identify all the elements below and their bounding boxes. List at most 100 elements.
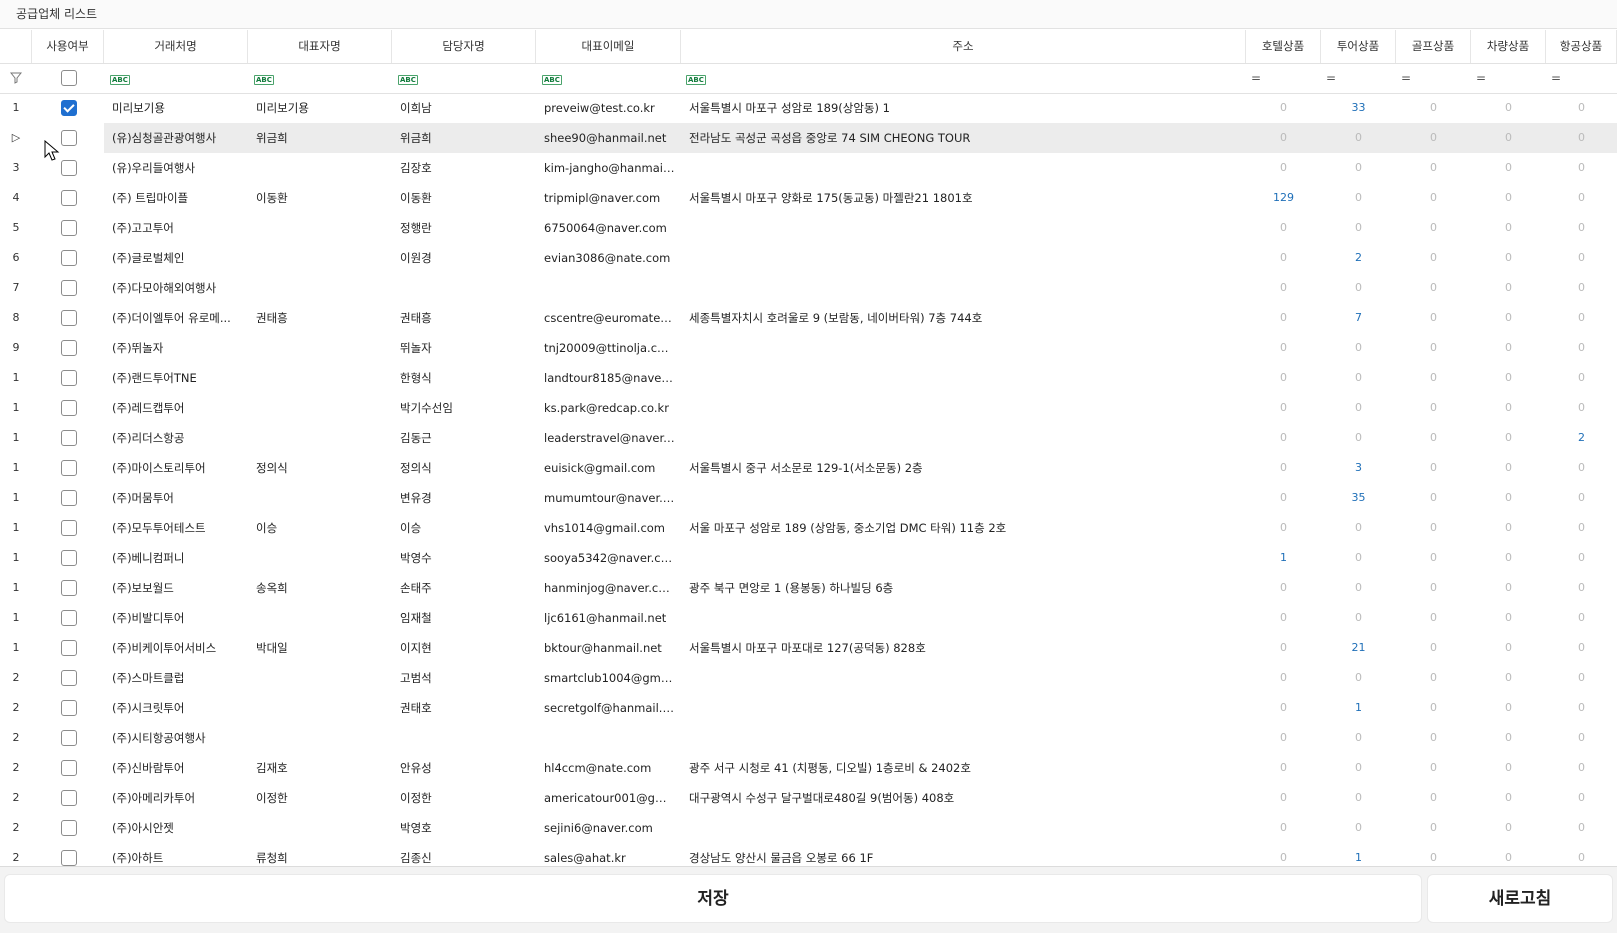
- cell-air[interactable]: 0: [1546, 513, 1617, 543]
- cell-address[interactable]: 서울 마포구 성암로 189 (상암동, 중소기업 DMC 타워) 11층 2호: [681, 513, 1246, 543]
- cell-air[interactable]: 0: [1546, 363, 1617, 393]
- cell-vendor[interactable]: (주)아메리카투어: [104, 783, 248, 813]
- cell-car[interactable]: 0: [1471, 753, 1546, 783]
- cell-manager[interactable]: 이승: [392, 513, 536, 543]
- cell-email[interactable]: leaderstravel@naver.c...: [536, 423, 681, 453]
- cell-car[interactable]: 0: [1471, 843, 1546, 866]
- cell-email[interactable]: vhs1014@gmail.com: [536, 513, 681, 543]
- cell-address[interactable]: 세종특별자치시 호려울로 9 (보람동, 네이버타워) 7층 744호: [681, 303, 1246, 333]
- cell-vendor[interactable]: (주)글로벌체인: [104, 243, 248, 273]
- cell-manager[interactable]: 위금희: [392, 123, 536, 153]
- use-checkbox[interactable]: [61, 280, 77, 296]
- cell-ceo[interactable]: [248, 483, 392, 513]
- cell-vendor[interactable]: (주)뛰놀자: [104, 333, 248, 363]
- cell-tour[interactable]: 0: [1321, 753, 1396, 783]
- cell-air[interactable]: 0: [1546, 483, 1617, 513]
- cell-air[interactable]: 0: [1546, 663, 1617, 693]
- cell-address[interactable]: [681, 423, 1246, 453]
- cell-ceo[interactable]: [248, 423, 392, 453]
- cell-air[interactable]: 0: [1546, 183, 1617, 213]
- cell-golf[interactable]: 0: [1396, 393, 1471, 423]
- cell-hotel[interactable]: 0: [1246, 483, 1321, 513]
- filter-vendor[interactable]: ABC: [110, 63, 140, 93]
- cell-manager[interactable]: 김장호: [392, 153, 536, 183]
- cell-car[interactable]: 0: [1471, 633, 1546, 663]
- header-use[interactable]: 사용여부: [32, 30, 104, 63]
- cell-manager[interactable]: [392, 273, 536, 303]
- cell-hotel[interactable]: 0: [1246, 603, 1321, 633]
- cell-golf[interactable]: 0: [1396, 363, 1471, 393]
- cell-golf[interactable]: 0: [1396, 813, 1471, 843]
- table-row[interactable]: 1 (주)베니컴퍼니 박영수 sooya5342@naver.com 1 0 0 0 0: [0, 543, 1617, 573]
- cell-vendor[interactable]: (유)우리들여행사: [104, 153, 248, 183]
- cell-vendor[interactable]: (주)다모아해외여행사: [104, 273, 248, 303]
- cell-car[interactable]: 0: [1471, 603, 1546, 633]
- cell-email[interactable]: smartclub1004@gmail....: [536, 663, 681, 693]
- cell-air[interactable]: 0: [1546, 213, 1617, 243]
- cell-ceo[interactable]: [248, 603, 392, 633]
- cell-hotel[interactable]: 0: [1246, 393, 1321, 423]
- cell-air[interactable]: 0: [1546, 93, 1617, 123]
- cell-ceo[interactable]: [248, 723, 392, 753]
- cell-air[interactable]: 2: [1546, 423, 1617, 453]
- header-tour[interactable]: 투어상품: [1321, 30, 1396, 63]
- cell-golf[interactable]: 0: [1396, 153, 1471, 183]
- cell-golf[interactable]: 0: [1396, 693, 1471, 723]
- use-checkbox[interactable]: [61, 760, 77, 776]
- cell-ceo[interactable]: 권태흥: [248, 303, 392, 333]
- cell-vendor[interactable]: (주)레드캡투어: [104, 393, 248, 423]
- cell-manager[interactable]: 권태호: [392, 693, 536, 723]
- cell-vendor[interactable]: (주)신바람투어: [104, 753, 248, 783]
- cell-address[interactable]: 광주 북구 면앙로 1 (용봉동) 하나빌딩 6층: [681, 573, 1246, 603]
- cell-car[interactable]: 0: [1471, 663, 1546, 693]
- cell-ceo[interactable]: [248, 813, 392, 843]
- cell-email[interactable]: cscentre@euromate.c...: [536, 303, 681, 333]
- cell-manager[interactable]: 이정한: [392, 783, 536, 813]
- cell-manager[interactable]: 정행란: [392, 213, 536, 243]
- filter-address[interactable]: ABC: [686, 63, 716, 93]
- cell-golf[interactable]: 0: [1396, 243, 1471, 273]
- cell-vendor[interactable]: (주)마이스토리투어: [104, 453, 248, 483]
- table-row[interactable]: 1 (주)마이스토리투어 정의식 정의식 euisick@gmail.com 서울특별시 …: [0, 453, 1617, 483]
- cell-address[interactable]: [681, 663, 1246, 693]
- table-row[interactable]: 1 (주)모두투어테스트 이승 이승 vhs1014@gmail.com 서울 마포구 성…: [0, 513, 1617, 543]
- cell-hotel[interactable]: 0: [1246, 213, 1321, 243]
- cell-golf[interactable]: 0: [1396, 843, 1471, 866]
- table-row[interactable]: 2 (주)신바람투어 김재호 안유성 hl4ccm@nate.com 광주 서구 시청로 …: [0, 753, 1617, 783]
- cell-car[interactable]: 0: [1471, 273, 1546, 303]
- cell-email[interactable]: tnj20009@ttinolja.com: [536, 333, 681, 363]
- filter-ceo[interactable]: ABC: [254, 63, 284, 93]
- cell-tour[interactable]: 0: [1321, 813, 1396, 843]
- cell-manager[interactable]: 안유성: [392, 753, 536, 783]
- cell-ceo[interactable]: [248, 543, 392, 573]
- use-checkbox[interactable]: [61, 430, 77, 446]
- cell-tour[interactable]: 0: [1321, 663, 1396, 693]
- cell-email[interactable]: sooya5342@naver.com: [536, 543, 681, 573]
- cell-email[interactable]: ks.park@redcap.co.kr: [536, 393, 681, 423]
- cell-air[interactable]: 0: [1546, 753, 1617, 783]
- cell-tour[interactable]: 0: [1321, 123, 1396, 153]
- cell-manager[interactable]: 이희남: [392, 93, 536, 123]
- save-button[interactable]: 저장: [4, 874, 1422, 923]
- cell-car[interactable]: 0: [1471, 243, 1546, 273]
- cell-vendor[interactable]: (주)아시안젯: [104, 813, 248, 843]
- cell-email[interactable]: americatour001@gmai...: [536, 783, 681, 813]
- cell-manager[interactable]: 권태흥: [392, 303, 536, 333]
- cell-tour[interactable]: 3: [1321, 453, 1396, 483]
- cell-car[interactable]: 0: [1471, 213, 1546, 243]
- cell-car[interactable]: 0: [1471, 453, 1546, 483]
- cell-manager[interactable]: 손태주: [392, 573, 536, 603]
- cell-address[interactable]: [681, 363, 1246, 393]
- cell-hotel[interactable]: 0: [1246, 663, 1321, 693]
- refresh-button[interactable]: 새로고침: [1427, 874, 1613, 923]
- cell-hotel[interactable]: 1: [1246, 543, 1321, 573]
- cell-hotel[interactable]: 0: [1246, 453, 1321, 483]
- cell-address[interactable]: [681, 543, 1246, 573]
- cell-address[interactable]: 서울특별시 마포구 마포대로 127(공덕동) 828호: [681, 633, 1246, 663]
- cell-car[interactable]: 0: [1471, 783, 1546, 813]
- table-row[interactable]: 8 (주)더이엘투어 유로메... 권태흥 권태흥 cscentre@euromate.…: [0, 303, 1617, 333]
- use-checkbox[interactable]: [61, 610, 77, 626]
- cell-ceo[interactable]: 김재호: [248, 753, 392, 783]
- use-checkbox[interactable]: [61, 550, 77, 566]
- cell-hotel[interactable]: 0: [1246, 753, 1321, 783]
